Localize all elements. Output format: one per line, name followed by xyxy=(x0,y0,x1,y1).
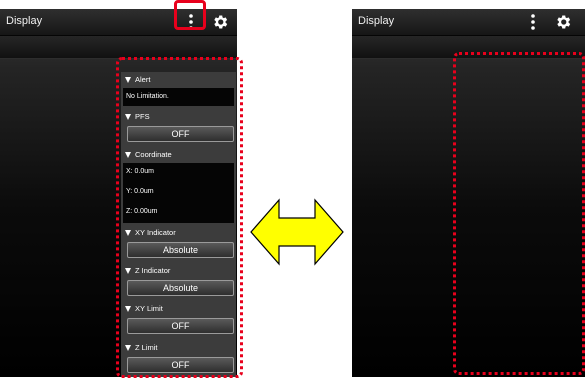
title-bar: Display xyxy=(352,9,585,36)
panel-highlight-frame xyxy=(116,57,243,378)
menu-button-highlight xyxy=(174,0,206,30)
sub-bar xyxy=(0,36,237,59)
gear-icon[interactable] xyxy=(554,13,572,31)
more-vertical-icon[interactable] xyxy=(523,12,543,32)
double-arrow-icon xyxy=(250,198,344,266)
screen-title: Display xyxy=(358,15,395,27)
hidden-panel-area-frame xyxy=(453,52,585,375)
gear-icon[interactable] xyxy=(211,13,229,31)
screen-title: Display xyxy=(6,15,43,27)
